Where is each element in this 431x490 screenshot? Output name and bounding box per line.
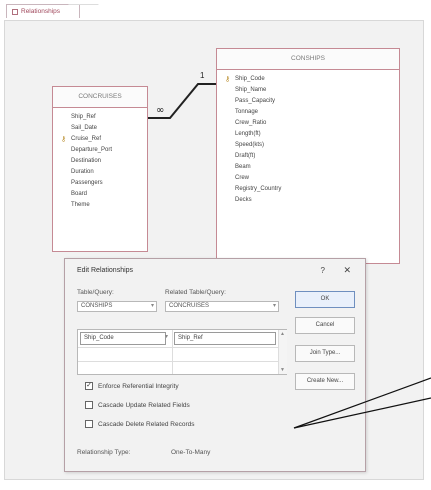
field-row[interactable]: Crew	[225, 173, 399, 184]
relationship-type-label: Relationship Type:	[77, 449, 131, 456]
primary-key-icon: ⚷	[61, 136, 67, 143]
grid-scrollbar[interactable]: ▲ ▼	[278, 330, 287, 374]
chevron-down-icon: ▾	[272, 303, 276, 309]
field-name: Theme	[71, 202, 90, 208]
field-name: Length(ft)	[235, 131, 261, 137]
table-title: CONCRUISES	[53, 87, 147, 108]
field-row[interactable]: Decks	[225, 195, 399, 206]
checkbox-box[interactable]	[85, 401, 93, 409]
field-name: Tonnage	[235, 109, 259, 115]
table-concruises[interactable]: CONCRUISES Ship_Ref Sail_Date ⚷ Cruise_Ref D…	[52, 86, 148, 252]
field-name: Pass_Capacity	[235, 98, 276, 104]
field-name: Duration	[71, 169, 94, 175]
field-name: Departure_Port	[71, 147, 113, 153]
enforce-integrity-checkbox[interactable]: ✓ Enforce Referential Integrity	[85, 382, 179, 390]
table-title: CONSHIPS	[217, 49, 399, 70]
field-row[interactable]: Tonnage	[225, 107, 399, 118]
field-name: Draft(ft)	[235, 153, 256, 159]
field-row[interactable]: Theme	[61, 200, 147, 211]
field-list: Ship_Ref Sail_Date ⚷ Cruise_Ref Departure_Po…	[53, 108, 147, 211]
field-row[interactable]: Ship_Ref	[61, 112, 147, 123]
field-name: Registry_Country	[235, 186, 282, 192]
field-name: Board	[71, 191, 88, 197]
tab-edge	[68, 4, 110, 21]
field-name: Ship_Name	[235, 87, 267, 93]
ok-button[interactable]: OK	[295, 291, 355, 308]
close-icon[interactable]: ✕	[343, 265, 351, 276]
table-conships[interactable]: CONSHIPS ⚷ Ship_Code Ship_Name Pass_Capacit…	[216, 48, 400, 264]
grid-cell-right[interactable]: Ship_Ref	[174, 332, 276, 345]
field-row[interactable]: Departure_Port	[61, 145, 147, 156]
field-name: Cruise_Ref	[71, 136, 102, 142]
field-row[interactable]: Registry_Country	[225, 184, 399, 195]
field-row[interactable]: Destination	[61, 156, 147, 167]
grid-row-line	[78, 347, 278, 348]
join-type-button[interactable]: Join Type...	[295, 345, 355, 362]
chevron-down-icon[interactable]: ▾	[165, 333, 168, 340]
field-name: Decks	[235, 197, 252, 203]
edit-relationships-dialog: Edit Relationships ? ✕ Table/Query: Rela…	[64, 258, 366, 472]
field-row[interactable]: ⚷ Cruise_Ref	[61, 134, 147, 145]
field-row[interactable]: Crew_Ratio	[225, 118, 399, 129]
field-name: Crew	[235, 175, 250, 181]
field-name: Ship_Code	[235, 76, 265, 82]
field-row[interactable]: Board	[61, 189, 147, 200]
grid-cell-left[interactable]: Ship_Code	[80, 332, 166, 345]
field-row[interactable]: Length(ft)	[225, 129, 399, 140]
related-table-query-select[interactable]: CONCRUISES ▾	[165, 301, 279, 312]
checkbox-box[interactable]: ✓	[85, 382, 93, 390]
field-row[interactable]: Pass_Capacity	[225, 96, 399, 107]
tab-strip: Relationships	[0, 0, 431, 22]
tab-label: Relationships	[21, 8, 61, 15]
cascade-update-checkbox[interactable]: Cascade Update Related Fields	[85, 401, 190, 409]
field-mapping-grid[interactable]: Ship_Code Ship_Ref ▾ ▲ ▼	[77, 329, 287, 375]
cascade-delete-checkbox[interactable]: Cascade Delete Related Records	[85, 420, 194, 428]
cancel-button[interactable]: Cancel	[295, 317, 355, 334]
field-name: Passengers	[71, 180, 103, 186]
grid-col-line	[172, 330, 173, 374]
help-icon[interactable]: ?	[321, 266, 325, 275]
field-name: Sail_Date	[71, 125, 98, 131]
field-row[interactable]: Passengers	[61, 178, 147, 189]
scroll-down-icon[interactable]: ▼	[280, 367, 285, 373]
scroll-up-icon[interactable]: ▲	[280, 331, 285, 337]
field-name: Beam	[235, 164, 251, 170]
primary-key-icon: ⚷	[225, 76, 231, 83]
field-row[interactable]: Beam	[225, 162, 399, 173]
chevron-down-icon: ▾	[150, 303, 154, 309]
grid-row-line	[78, 361, 278, 362]
field-row[interactable]: Speed(kts)	[225, 140, 399, 151]
table-query-select[interactable]: CONSHIPS ▾	[77, 301, 157, 312]
field-name: Destination	[71, 158, 102, 164]
field-row[interactable]: Ship_Name	[225, 85, 399, 96]
related-table-query-label: Related Table/Query:	[165, 289, 226, 296]
checkbox-box[interactable]	[85, 420, 93, 428]
field-name: Ship_Ref	[71, 114, 96, 120]
field-list: ⚷ Ship_Code Ship_Name Pass_Capacity Tonnage C…	[217, 70, 399, 206]
create-new-button[interactable]: Create New...	[295, 373, 355, 390]
field-row[interactable]: Sail_Date	[61, 123, 147, 134]
table-query-label: Table/Query:	[77, 289, 114, 296]
field-row[interactable]: Draft(ft)	[225, 151, 399, 162]
relationship-type-value: One-To-Many	[171, 449, 211, 456]
field-name: Speed(kts)	[235, 142, 265, 148]
field-row[interactable]: ⚷ Ship_Code	[225, 74, 399, 85]
relationships-icon	[12, 8, 18, 15]
field-name: Crew_Ratio	[235, 120, 267, 126]
dialog-title: Edit Relationships	[77, 267, 134, 274]
field-row[interactable]: Duration	[61, 167, 147, 178]
